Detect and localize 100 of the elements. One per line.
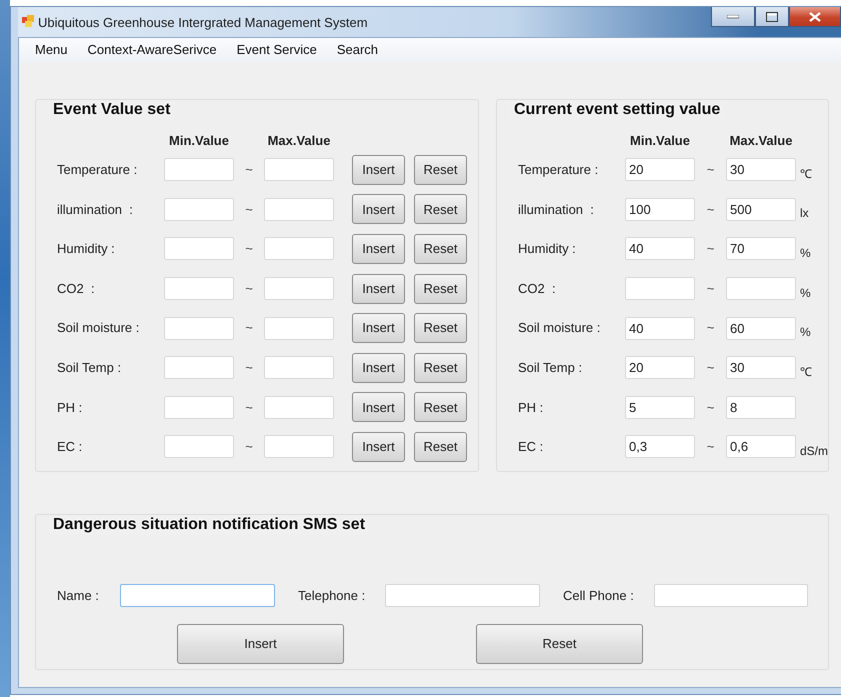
field-label: illumination : [518,200,595,219]
menu-item[interactable]: Menu [25,40,78,60]
max-value-field[interactable] [264,396,334,419]
input-field[interactable] [120,584,275,607]
field-label: EC : [518,438,544,456]
min-value-field[interactable] [164,277,234,300]
min-value-field[interactable] [625,277,695,300]
min-value-field[interactable]: 20 [625,356,695,380]
max-value-field[interactable] [264,356,334,380]
field-label: Cell Phone : [563,586,635,605]
max-value-field[interactable] [264,158,334,182]
min-value-field[interactable]: 40 [625,316,695,340]
maximize-button[interactable] [755,7,789,27]
unit-label: ℃ [800,364,812,381]
insert-button[interactable]: Insert [352,392,405,422]
insert-button[interactable]: Insert [177,624,344,664]
reset-button[interactable]: Reset [414,352,467,383]
field-label: Soil moisture : [518,319,602,338]
insert-button[interactable]: Insert [352,274,405,304]
menu-item[interactable]: Event Service [226,40,327,60]
tilde-separator: ~ [244,200,254,219]
menu-item[interactable]: Search [326,40,388,60]
min-value-field[interactable]: 0,3 [625,435,695,458]
field-label: illumination : [57,200,134,219]
tilde-separator: ~ [706,359,716,378]
minimize-icon [727,14,739,18]
field-label: Humidity : [518,240,577,258]
max-value-field[interactable] [264,277,334,300]
min-value-field[interactable] [164,316,234,340]
min-value-field[interactable] [164,396,234,419]
column-header: Max.Value [728,132,794,150]
field-label: Temperature : [518,161,600,180]
tilde-separator: ~ [244,319,254,338]
close-icon [809,12,821,22]
tilde-separator: ~ [706,161,716,180]
maximize-icon [766,12,778,22]
reset-button[interactable]: Reset [414,392,467,422]
field-label: CO2 : [57,280,96,298]
unit-label: ℃ [800,166,812,183]
field-label: Soil moisture : [57,319,140,338]
unit-label: % [800,324,811,342]
reset-button[interactable]: Reset [414,194,467,224]
max-value-field[interactable] [726,277,796,300]
reset-button[interactable]: Reset [414,274,467,304]
tilde-separator: ~ [706,319,716,338]
tilde-separator: ~ [706,438,716,456]
min-value-field[interactable]: 40 [625,237,695,260]
insert-button[interactable]: Insert [352,154,405,185]
insert-button[interactable]: Insert [352,432,405,462]
min-value-field[interactable] [164,356,234,380]
max-value-field[interactable]: 8 [726,396,796,419]
tilde-separator: ~ [244,280,254,298]
field-label: Name : [57,586,100,605]
unit-label: dS/m [800,442,828,460]
max-value-field[interactable] [264,237,334,260]
max-value-field[interactable] [264,316,334,340]
menu-item[interactable]: Context-AwareSerivce [78,40,227,60]
max-value-field[interactable]: 500 [726,198,796,221]
input-field[interactable] [654,584,808,607]
field-label: CO2 : [518,280,557,298]
max-value-field[interactable]: 30 [726,158,796,182]
column-header: Min.Value [629,132,691,150]
close-button[interactable] [789,7,841,27]
tilde-separator: ~ [244,398,254,417]
input-field[interactable] [385,584,540,607]
tilde-separator: ~ [706,240,716,258]
reset-button[interactable]: Reset [414,154,467,185]
app-icon [22,15,34,27]
max-value-field[interactable] [264,198,334,221]
insert-button[interactable]: Insert [352,234,405,264]
insert-button[interactable]: Insert [352,194,405,224]
field-label: Humidity : [57,240,116,258]
min-value-field[interactable] [164,435,234,458]
reset-button[interactable]: Reset [476,624,643,664]
tilde-separator: ~ [706,398,716,417]
max-value-field[interactable]: 30 [726,356,796,380]
reset-button[interactable]: Reset [414,432,467,462]
minimize-button[interactable] [711,7,755,27]
max-value-field[interactable]: 0,6 [726,435,796,458]
max-value-field[interactable]: 60 [726,316,796,340]
min-value-field[interactable]: 20 [625,158,695,182]
min-value-field[interactable]: 5 [625,396,695,419]
reset-button[interactable]: Reset [414,234,467,264]
unit-label: % [800,244,811,262]
window-title: Ubiquitous Greenhouse Intergrated Management System [38,14,368,32]
max-value-field[interactable] [264,435,334,458]
field-label: EC : [57,438,84,456]
field-label: Soil Temp : [57,359,122,378]
field-label: Telephone : [298,586,366,605]
unit-label: % [800,284,811,302]
reset-button[interactable]: Reset [414,313,467,344]
max-value-field[interactable]: 70 [726,237,796,260]
min-value-field[interactable] [164,198,234,221]
field-label: PH : [518,398,544,417]
column-header: Min.Value [168,132,230,150]
insert-button[interactable]: Insert [352,313,405,344]
min-value-field[interactable]: 100 [625,198,695,221]
insert-button[interactable]: Insert [352,352,405,383]
min-value-field[interactable] [164,158,234,182]
min-value-field[interactable] [164,237,234,260]
